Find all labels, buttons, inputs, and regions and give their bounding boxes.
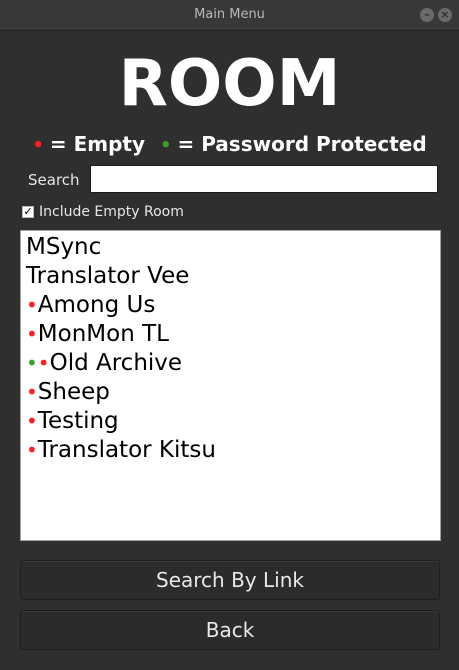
room-list[interactable]: MSync Translator Vee •Among Us •MonMon TL ••… bbox=[20, 230, 441, 541]
room-name: Sheep bbox=[37, 379, 110, 405]
room-list-item[interactable]: ••Old Archive bbox=[26, 349, 440, 378]
empty-dot-icon: • bbox=[26, 438, 38, 462]
page-title: ROOM bbox=[118, 47, 341, 121]
room-list-item[interactable]: •Translator Kitsu bbox=[26, 436, 440, 465]
room-name: MonMon TL bbox=[37, 321, 169, 347]
room-list-item[interactable]: MSync bbox=[26, 233, 440, 262]
room-list-item[interactable]: Translator Vee bbox=[26, 262, 440, 291]
minimize-icon[interactable]: – bbox=[420, 8, 434, 22]
back-button[interactable]: Back bbox=[20, 610, 440, 650]
legend-empty-label: = Empty bbox=[49, 132, 145, 156]
title-bar: Main Menu – × bbox=[0, 0, 459, 31]
room-list-item[interactable]: •Sheep bbox=[26, 378, 440, 407]
search-label: Search bbox=[28, 171, 80, 189]
include-empty-checkbox[interactable]: ✓ bbox=[22, 206, 34, 218]
empty-dot-icon: • bbox=[26, 380, 38, 404]
protected-dot-icon: • bbox=[26, 351, 38, 375]
include-empty-option[interactable]: ✓ Include Empty Room bbox=[22, 202, 184, 222]
room-name: Translator Vee bbox=[26, 263, 190, 289]
empty-dot-icon: • bbox=[26, 293, 38, 317]
legend-protected-label: = Password Protected bbox=[177, 132, 427, 156]
window-title: Main Menu bbox=[194, 7, 265, 22]
search-input[interactable] bbox=[90, 165, 438, 193]
empty-dot-icon: • bbox=[26, 322, 38, 346]
legend: • = Empty • = Password Protected bbox=[0, 130, 459, 160]
room-list-item[interactable]: •MonMon TL bbox=[26, 320, 440, 349]
empty-dot-icon: • bbox=[32, 135, 44, 156]
room-name: Testing bbox=[37, 408, 119, 434]
include-empty-label: Include Empty Room bbox=[39, 204, 184, 220]
close-icon[interactable]: × bbox=[438, 8, 452, 22]
room-name: Among Us bbox=[37, 292, 156, 318]
room-name: Old Archive bbox=[49, 350, 183, 376]
empty-dot-icon: • bbox=[37, 351, 50, 375]
room-name: Translator Kitsu bbox=[37, 437, 216, 463]
protected-dot-icon: • bbox=[159, 135, 172, 156]
search-by-link-button[interactable]: Search By Link bbox=[20, 560, 440, 600]
room-name: MSync bbox=[26, 234, 102, 260]
empty-dot-icon: • bbox=[26, 409, 38, 433]
room-list-item[interactable]: •Testing bbox=[26, 407, 440, 436]
room-list-item[interactable]: •Among Us bbox=[26, 291, 440, 320]
